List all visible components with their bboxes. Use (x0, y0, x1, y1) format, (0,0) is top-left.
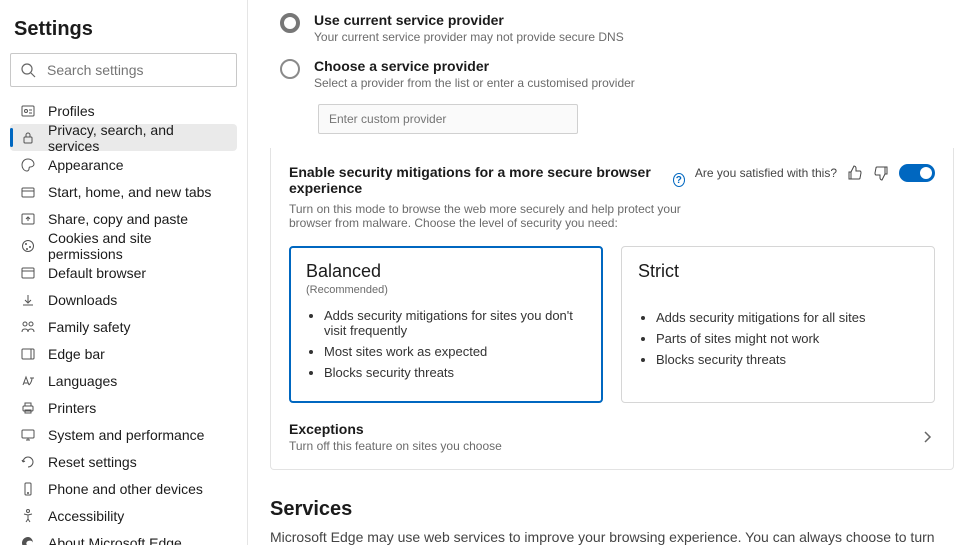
browser-icon (20, 265, 36, 281)
chevron-right-icon (919, 429, 935, 445)
security-subtitle: Turn on this mode to browse the web more… (289, 202, 685, 230)
download-icon (20, 292, 36, 308)
security-toggle[interactable] (899, 164, 935, 182)
sidebar-item-tab[interactable]: Start, home, and new tabs (10, 178, 237, 205)
security-card: Enable security mitigations for a more s… (270, 148, 954, 470)
sidebar-item-browser[interactable]: Default browser (10, 259, 237, 286)
sidebar-item-accessibility[interactable]: Accessibility (10, 502, 237, 529)
strict-title: Strict (638, 261, 918, 282)
dns-current-title: Use current service provider (314, 12, 624, 28)
thumbs-down-icon[interactable] (873, 165, 889, 181)
sidebar-item-label: Appearance (48, 157, 124, 173)
sidebar-item-label: Accessibility (48, 508, 124, 524)
radio-icon (280, 13, 300, 33)
exceptions-sub: Turn off this feature on sites you choos… (289, 439, 502, 453)
sidebar-item-phone[interactable]: Phone and other devices (10, 475, 237, 502)
services-desc: Microsoft Edge may use web services to i… (270, 529, 954, 545)
sidebar-item-label: About Microsoft Edge (48, 535, 182, 545)
info-icon[interactable]: ? (673, 173, 685, 187)
sidebar-item-reset[interactable]: Reset settings (10, 448, 237, 475)
edgebar-icon (20, 346, 36, 362)
phone-icon (20, 481, 36, 497)
sidebar-item-edgebar[interactable]: Edge bar (10, 340, 237, 367)
sidebar-item-label: Cookies and site permissions (48, 230, 227, 262)
reset-icon (20, 454, 36, 470)
security-title-row: Enable security mitigations for a more s… (289, 164, 685, 196)
security-option-balanced[interactable]: Balanced (Recommended) Adds security mit… (289, 246, 603, 403)
settings-sidebar: Settings Profiles Privacy, search, and se… (0, 0, 248, 545)
language-icon (20, 373, 36, 389)
settings-main: Use current service provider Your curren… (248, 0, 970, 545)
balanced-bullet: Adds security mitigations for sites you … (324, 308, 586, 338)
secure-dns-section: Use current service provider Your curren… (270, 12, 954, 134)
thumbs-up-icon[interactable] (847, 165, 863, 181)
tab-icon (20, 184, 36, 200)
exceptions-title: Exceptions (289, 421, 502, 437)
lock-icon (20, 130, 36, 146)
sidebar-item-family[interactable]: Family safety (10, 313, 237, 340)
sidebar-item-label: Phone and other devices (48, 481, 203, 497)
balanced-recommended: (Recommended) (306, 284, 586, 296)
edge-icon (20, 535, 36, 545)
search-icon (20, 62, 36, 78)
sidebar-item-label: System and performance (48, 427, 204, 443)
profile-icon (20, 103, 36, 119)
settings-title: Settings (10, 14, 237, 53)
strict-bullet: Adds security mitigations for all sites (656, 310, 918, 325)
sidebar-item-label: Default browser (48, 265, 146, 281)
search-input[interactable] (10, 53, 237, 87)
appearance-icon (20, 157, 36, 173)
accessibility-icon (20, 508, 36, 524)
exceptions-row[interactable]: Exceptions Turn off this feature on site… (289, 421, 935, 453)
sidebar-item-label: Downloads (48, 292, 117, 308)
balanced-title: Balanced (306, 261, 586, 282)
printer-icon (20, 400, 36, 416)
sidebar-item-label: Edge bar (48, 346, 105, 362)
sidebar-item-cookie[interactable]: Cookies and site permissions (10, 232, 237, 259)
strict-bullet: Parts of sites might not work (656, 331, 918, 346)
sidebar-item-label: Profiles (48, 103, 95, 119)
dns-choose-title: Choose a service provider (314, 58, 635, 74)
sidebar-item-label: Languages (48, 373, 117, 389)
sidebar-item-label: Reset settings (48, 454, 137, 470)
cookie-icon (20, 238, 36, 254)
strict-bullet: Blocks security threats (656, 352, 918, 367)
system-icon (20, 427, 36, 443)
security-title: Enable security mitigations for a more s… (289, 164, 667, 196)
balanced-bullet: Most sites work as expected (324, 344, 586, 359)
dns-use-current[interactable]: Use current service provider Your curren… (280, 12, 954, 44)
security-option-strict[interactable]: Strict Adds security mitigations for all… (621, 246, 935, 403)
sidebar-item-share[interactable]: Share, copy and paste (10, 205, 237, 232)
dns-choose-sub: Select a provider from the list or enter… (314, 76, 635, 90)
dns-custom-provider-field (318, 104, 954, 134)
share-icon (20, 211, 36, 227)
radio-icon (280, 59, 300, 79)
dns-custom-input[interactable] (318, 104, 578, 134)
sidebar-item-profile[interactable]: Profiles (10, 97, 237, 124)
services-heading: Services (270, 498, 954, 521)
feedback-group: Are you satisfied with this? (695, 164, 935, 182)
family-icon (20, 319, 36, 335)
sidebar-item-label: Share, copy and paste (48, 211, 188, 227)
sidebar-item-appearance[interactable]: Appearance (10, 151, 237, 178)
sidebar-item-edge[interactable]: About Microsoft Edge (10, 529, 237, 545)
sidebar-item-label: Privacy, search, and services (48, 122, 227, 154)
search-settings-box (10, 53, 237, 87)
sidebar-item-label: Printers (48, 400, 96, 416)
sidebar-item-language[interactable]: Languages (10, 367, 237, 394)
sidebar-item-download[interactable]: Downloads (10, 286, 237, 313)
dns-choose-provider[interactable]: Choose a service provider Select a provi… (280, 58, 954, 90)
sidebar-item-system[interactable]: System and performance (10, 421, 237, 448)
sidebar-item-label: Start, home, and new tabs (48, 184, 211, 200)
sidebar-item-lock[interactable]: Privacy, search, and services (10, 124, 237, 151)
balanced-bullet: Blocks security threats (324, 365, 586, 380)
feedback-label: Are you satisfied with this? (695, 166, 837, 180)
sidebar-item-printer[interactable]: Printers (10, 394, 237, 421)
sidebar-item-label: Family safety (48, 319, 130, 335)
settings-nav: Profiles Privacy, search, and services App… (10, 97, 237, 545)
dns-current-sub: Your current service provider may not pr… (314, 30, 624, 44)
